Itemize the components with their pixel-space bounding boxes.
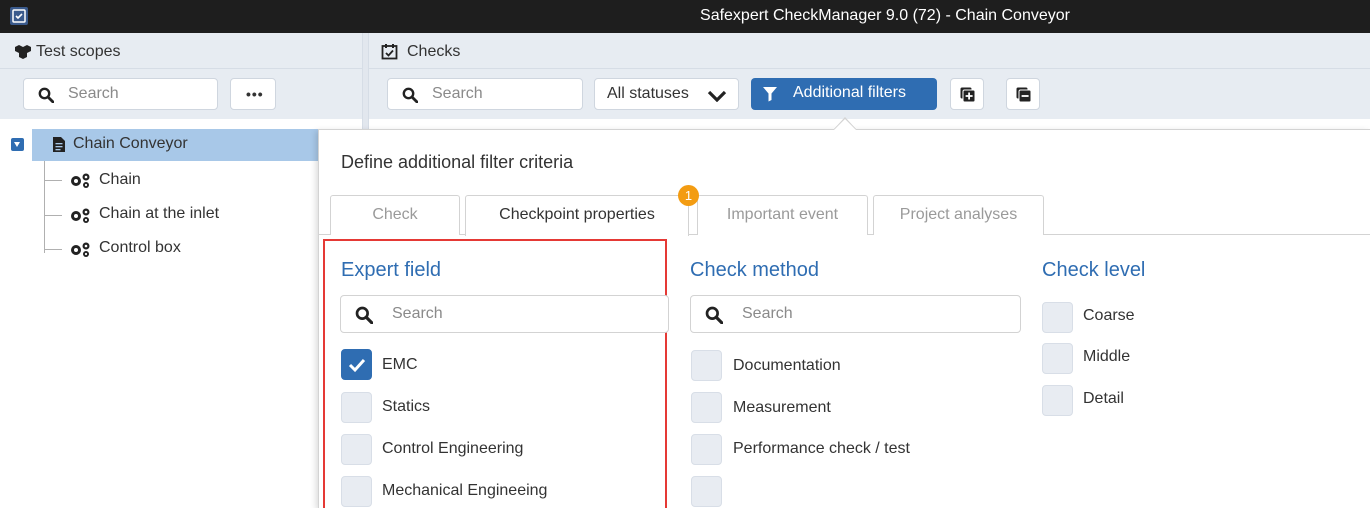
option-label: Coarse xyxy=(1083,307,1135,324)
option-label: Middle xyxy=(1083,348,1131,365)
check-method-title: Check method xyxy=(690,259,819,281)
test-scopes-header: Test scopes xyxy=(0,33,362,69)
cogs-icon xyxy=(71,173,90,188)
search-icon xyxy=(38,87,54,103)
option-label: Measurement xyxy=(733,399,831,416)
more-options-button[interactable]: ••• xyxy=(230,78,276,110)
scopes-icon xyxy=(15,45,31,59)
search-icon xyxy=(705,306,723,324)
option-label: Statics xyxy=(382,398,431,415)
popover-arrow-fill xyxy=(834,119,856,130)
tree-line xyxy=(44,161,45,253)
search-icon xyxy=(402,87,418,103)
tree-item-label[interactable]: Control box xyxy=(99,239,181,257)
search-placeholder: Search xyxy=(392,305,443,322)
checks-header: Checks xyxy=(369,33,1370,69)
collapse-toggle-icon[interactable] xyxy=(11,138,24,151)
scopes-search-input[interactable]: Search xyxy=(23,78,218,110)
option-label: Detail xyxy=(1083,390,1124,407)
tab-check[interactable]: Check xyxy=(330,195,460,235)
option-label: Performance check / test xyxy=(733,440,910,457)
status-dropdown[interactable]: All statuses xyxy=(594,78,739,110)
checkbox-statics[interactable] xyxy=(341,392,372,423)
additional-filters-popover: Define additional filter criteria Check … xyxy=(318,129,1370,508)
additional-filters-label: Additional filters xyxy=(793,84,906,101)
scope-tree: Chain Conveyor Chain Chain at the inlet … xyxy=(0,120,362,508)
filter-icon xyxy=(763,87,777,102)
checkmark-icon xyxy=(348,358,366,373)
checks-toolbar: Search All statuses Additional filters xyxy=(369,69,1370,119)
option-label: Control Engineering xyxy=(382,440,524,457)
search-icon xyxy=(355,306,373,324)
check-level-title: Check level xyxy=(1042,259,1146,281)
option-label: Mechanical Engineeing xyxy=(382,482,548,499)
checklist-icon xyxy=(381,44,398,60)
collapse-all-icon xyxy=(1016,87,1031,102)
tab-checkpoint-properties[interactable]: Checkpoint properties 1 xyxy=(465,185,699,236)
additional-filters-button[interactable]: Additional filters xyxy=(751,78,937,110)
tab-important-event[interactable]: Important event xyxy=(697,195,868,235)
document-icon xyxy=(53,137,65,152)
checkbox-emc[interactable] xyxy=(341,349,372,380)
checkbox-detail[interactable] xyxy=(1042,385,1073,416)
cogs-icon xyxy=(71,208,90,223)
window-title: Safexpert CheckManager 9.0 (72) - Chain … xyxy=(700,7,1070,24)
option-label: Documentation xyxy=(733,357,841,374)
cogs-icon xyxy=(71,242,90,257)
expert-field-search-input[interactable]: Search xyxy=(340,295,669,333)
tab-label: Project analyses xyxy=(899,206,1018,223)
tree-item-label[interactable]: Chain xyxy=(99,171,141,189)
checkbox-mechanical-engineering[interactable] xyxy=(341,476,372,507)
checkbox-performance-check[interactable] xyxy=(691,434,722,465)
left-toolbar: Search ••• xyxy=(0,69,362,119)
checkbox-measurement[interactable] xyxy=(691,392,722,423)
expand-all-icon xyxy=(960,87,975,102)
tree-root-label: Chain Conveyor xyxy=(73,135,188,152)
tab-label: Check xyxy=(372,206,418,223)
tree-line xyxy=(44,249,62,250)
title-bar: Safexpert CheckManager 9.0 (72) - Chain … xyxy=(0,0,1370,33)
expand-all-button[interactable] xyxy=(950,78,984,110)
option-label: EMC xyxy=(382,356,418,373)
search-placeholder: Search xyxy=(432,85,483,102)
status-dropdown-value: All statuses xyxy=(607,85,689,102)
checks-title: Checks xyxy=(407,43,461,60)
filter-count-badge: 1 xyxy=(678,185,699,206)
checkbox-method-extra[interactable] xyxy=(691,476,722,507)
checkbox-control-engineering[interactable] xyxy=(341,434,372,465)
tab-project-analyses[interactable]: Project analyses xyxy=(873,195,1044,235)
tree-line xyxy=(44,180,62,181)
popover-title: Define additional filter criteria xyxy=(341,152,574,172)
tab-label: Checkpoint properties xyxy=(499,206,655,223)
search-placeholder: Search xyxy=(742,305,793,322)
collapse-all-button[interactable] xyxy=(1006,78,1040,110)
checkbox-coarse[interactable] xyxy=(1042,302,1073,333)
more-dots-icon: ••• xyxy=(246,86,264,102)
tree-line xyxy=(44,215,62,216)
tree-item-label[interactable]: Chain at the inlet xyxy=(99,205,219,223)
expert-field-title: Expert field xyxy=(341,259,442,281)
test-scopes-title: Test scopes xyxy=(36,43,121,60)
search-placeholder: Search xyxy=(68,85,119,102)
checkbox-middle[interactable] xyxy=(1042,343,1073,374)
checks-search-input[interactable]: Search xyxy=(387,78,583,110)
tree-root-chain-conveyor[interactable]: Chain Conveyor xyxy=(32,129,320,161)
checkbox-documentation[interactable] xyxy=(691,350,722,381)
check-method-search-input[interactable]: Search xyxy=(690,295,1021,333)
chevron-down-icon xyxy=(707,90,727,102)
tab-label: Important event xyxy=(726,206,839,223)
